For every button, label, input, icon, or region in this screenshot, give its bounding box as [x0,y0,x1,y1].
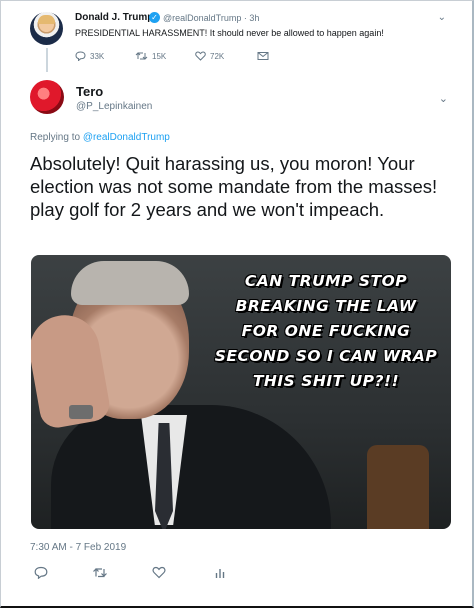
parent-retweet-button[interactable]: 15K [135,51,166,61]
parent-reply-count: 33K [90,51,105,61]
tweet-text: Absolutely! Quit harassing us, you moron… [30,153,438,220]
parent-like-button[interactable]: 72K [195,51,224,61]
tweet-chevron-down-icon[interactable]: ⌄ [439,92,448,105]
parent-retweet-count: 15K [152,51,167,61]
heart-icon [195,51,206,61]
meme-caption: CAN TRUMP STOP BREAKING THE LAW FOR ONE … [201,269,451,394]
author-avatar[interactable] [30,80,64,114]
tweet-timestamp[interactable]: 7:30 AM - 7 Feb 2019 [30,542,126,553]
parent-chevron-down-icon[interactable]: ⌄ [438,12,446,23]
meme-caption-line: FOR ONE FUCKING [241,322,411,340]
parent-tweet-text: PRESIDENTIAL HARASSMENT! It should never… [75,28,384,38]
thread-connector-line [46,48,48,72]
meme-figure-watch [69,405,93,419]
retweet-button[interactable] [92,566,108,582]
reply-button[interactable] [34,566,48,582]
parent-like-count: 72K [210,51,225,61]
heart-icon [152,566,166,579]
tweet-media-image[interactable]: CAN TRUMP STOP BREAKING THE LAW FOR ONE … [31,255,451,529]
meme-caption-line: THIS SHIT UP?!! [252,372,400,390]
verified-badge-icon: ✓ [149,12,160,23]
like-button[interactable] [152,566,166,582]
envelope-icon [257,52,269,60]
parent-reply-button[interactable]: 33K [75,51,104,61]
analytics-icon [215,569,225,578]
parent-author-name[interactable]: Donald J. Trump [75,12,153,23]
parent-action-bar: 33K 15K 72K [75,51,295,63]
analytics-button[interactable] [214,566,226,582]
meme-caption-line: BREAKING THE LAW [235,297,417,315]
retweet-icon [135,52,148,60]
tweet-action-bar [30,566,330,580]
meme-caption-line: CAN TRUMP STOP [244,272,408,290]
meme-chair [367,445,429,529]
retweet-icon [93,568,107,578]
meme-caption-line: SECOND SO I CAN WRAP [214,347,438,365]
reply-icon [34,566,48,580]
replying-to-link[interactable]: @realDonaldTrump [83,132,170,143]
parent-handle-time[interactable]: @realDonaldTrump · 3h [163,13,259,23]
author-handle[interactable]: @P_Lepinkainen [76,101,152,112]
meme-figure-suit [51,405,331,529]
meme-figure-hair [71,261,189,305]
parent-avatar[interactable] [30,12,63,45]
author-name[interactable]: Tero [76,84,103,99]
parent-tweet[interactable]: Donald J. Trump ✓ @realDonaldTrump · 3h … [0,0,474,70]
reply-icon [75,51,86,61]
replying-prefix: Replying to [30,132,81,143]
parent-message-button[interactable] [257,51,269,61]
replying-to: Replying to @realDonaldTrump [30,132,170,143]
